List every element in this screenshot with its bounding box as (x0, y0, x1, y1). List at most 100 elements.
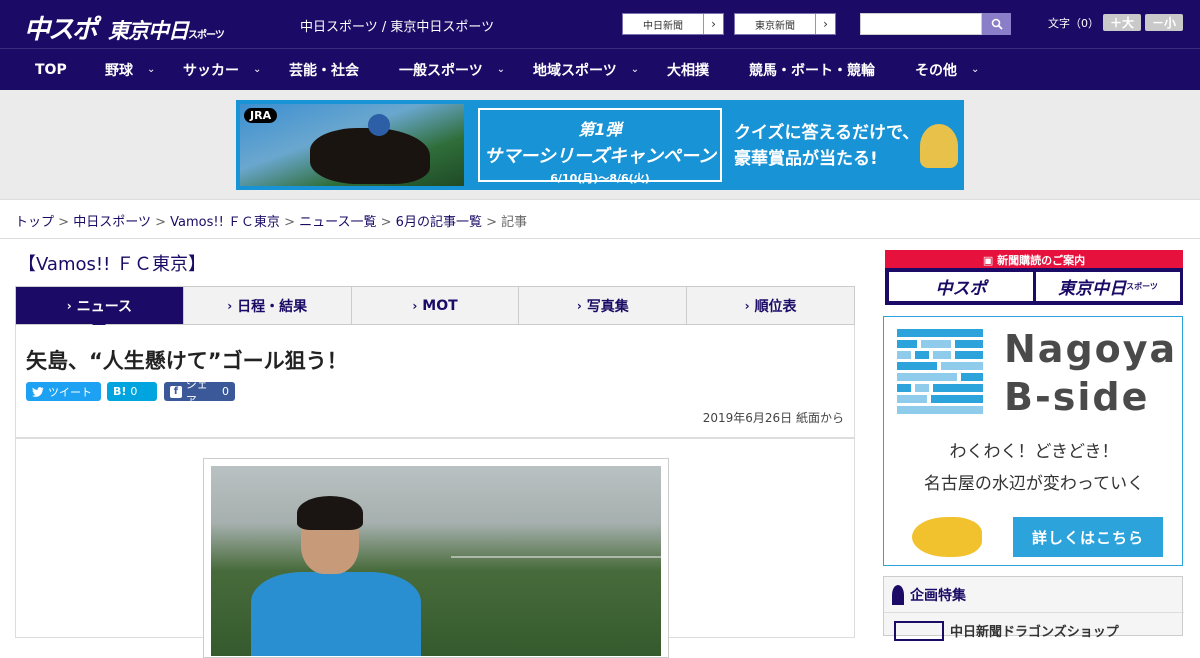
nav-label: サッカー (183, 62, 239, 79)
special-feature-thumbnail[interactable] (894, 621, 944, 641)
tweet-label: ツイート (48, 385, 92, 399)
font-larger-button[interactable]: ＋大 (1103, 14, 1141, 31)
nav-item-general-sports[interactable]: 一般スポーツ ⌄ (399, 49, 505, 91)
subscribe-label-text: 新聞購読のご案内 (997, 254, 1086, 267)
tweet-button[interactable]: ツイート (26, 382, 101, 401)
nav-item-soccer[interactable]: サッカー ⌄ (183, 49, 261, 91)
special-feature-panel: 企画特集 中日新聞ドラゴンズショップ (883, 576, 1184, 641)
tab-photos[interactable]: › 写真集 (519, 287, 688, 324)
subscribe-chusupo-button[interactable]: 中スポ (889, 272, 1033, 301)
hatena-bookmark-icon: B! (113, 385, 127, 398)
tab-label: 順位表 (754, 298, 797, 315)
search-input[interactable] (860, 13, 982, 35)
article-body (15, 438, 855, 658)
nagoya-details-button[interactable]: 詳しくはこちら (1013, 517, 1163, 557)
font-size-control: 文字（0） ＋大 －小 (1048, 14, 1183, 31)
horse-image (310, 128, 430, 184)
twitter-icon (32, 386, 44, 397)
search-button[interactable] (982, 13, 1011, 35)
chevron-down-icon: ⌄ (147, 64, 156, 75)
nav-item-entertainment[interactable]: 芸能・社会 (289, 49, 359, 91)
nav-label: TOP (35, 61, 67, 78)
tab-mot[interactable]: › MOT (352, 287, 520, 324)
nav-label: 一般スポーツ (399, 62, 483, 79)
tab-label: ニュース (76, 298, 133, 315)
paper-link-label: 中日新聞 (643, 20, 683, 32)
nav-label: 競馬・ボート・競輪 (749, 62, 875, 79)
logo-tokyo-chunichi[interactable]: 東京中日スポーツ (108, 15, 225, 45)
goal-net-image (451, 556, 661, 656)
site-links[interactable]: 中日スポーツ / 東京中日スポーツ (300, 16, 494, 35)
trophy-icon (920, 124, 958, 168)
tab-label: MOT (422, 297, 458, 314)
breadcrumb-chunichi-sports[interactable]: 中日スポーツ (73, 215, 151, 230)
chevron-right-icon: › (703, 14, 723, 34)
nav-item-other[interactable]: その他 ⌄ (915, 49, 979, 91)
ad-campaign-dates: 6/10(月)〜8/6(火) (550, 172, 650, 185)
nagoya-title-line2: B-side (1004, 375, 1150, 419)
nagoya-subtitle-2: 名古屋の水辺が変わっていく (923, 474, 1145, 494)
search-icon (991, 18, 1003, 30)
breadcrumb-fc-tokyo[interactable]: Vamos!! ＦＣ東京 (170, 215, 280, 230)
nav-item-racing[interactable]: 競馬・ボート・競輪 (749, 49, 875, 91)
divider (884, 612, 1184, 613)
nav-item-sumo[interactable]: 大相撲 (667, 49, 709, 91)
breadcrumb-june-articles[interactable]: 6月の記事一覧 (396, 215, 482, 230)
logo-tokyo-text: 東京中日 (108, 19, 189, 43)
nav-label: 地域スポーツ (533, 62, 617, 79)
subscribe-button-label: 東京中日 (1058, 279, 1127, 299)
breadcrumb-separator: > (155, 215, 166, 230)
subscribe-tokyo-chunichi-button[interactable]: 東京中日 スポーツ (1036, 272, 1180, 301)
breadcrumb-current: 記事 (501, 215, 528, 230)
section-tabs: › ニュース › 日程・結果 › MOT › 写真集 › 順位表 (15, 286, 855, 331)
chevron-right-icon: › (227, 298, 233, 313)
main-nav: TOP 野球 ⌄ サッカー ⌄ 芸能・社会 一般スポーツ ⌄ 地域スポーツ ⌄ 大相撲 … (0, 48, 1200, 90)
special-feature-header: 企画特集 (892, 585, 966, 605)
article-dateline: 2019年6月26日 紙面から (702, 411, 844, 425)
chevron-down-icon: ⌄ (971, 64, 980, 75)
tab-standings[interactable]: › 順位表 (687, 287, 854, 324)
player-jersey-image (251, 572, 421, 656)
nagoya-subtitle-1: わくわく！どきどき！ (949, 442, 1119, 462)
chunichi-shimbun-link[interactable]: 中日新聞 › (622, 13, 724, 35)
tokyo-shimbun-link[interactable]: 東京新聞 › (734, 13, 836, 35)
chevron-right-icon: › (744, 298, 750, 313)
jockey-image (368, 114, 390, 136)
nav-item-baseball[interactable]: 野球 ⌄ (105, 49, 155, 91)
site-logo[interactable]: 中スポ 東京中日スポーツ (24, 9, 225, 46)
breadcrumb-top[interactable]: トップ (15, 215, 54, 230)
ad-campaign-number: 第1弾 (578, 120, 622, 139)
special-feature-item[interactable]: 中日新聞ドラゴンズショップ (950, 621, 1119, 640)
breadcrumb-separator: > (284, 215, 295, 230)
facebook-icon: f (170, 385, 182, 398)
ad-quiz-line2: 豪華賞品が当たる! (734, 149, 878, 169)
nav-label: 芸能・社会 (289, 62, 359, 79)
breadcrumb-news-list[interactable]: ニュース一覧 (299, 215, 376, 230)
nav-label: 大相撲 (667, 62, 709, 79)
nagoya-bside-ad[interactable]: Nagoya B-side わくわく！どきどき！ 名古屋の水辺が変わっていく 詳… (883, 316, 1183, 566)
logo-chusupo[interactable]: 中スポ (24, 9, 98, 46)
jra-ad-banner[interactable]: JRA 第1弾 サマーシリーズキャンペーン 6/10(月)〜8/6(火) クイズ… (236, 100, 964, 190)
font-smaller-button[interactable]: －小 (1145, 14, 1183, 31)
hatena-bookmark-button[interactable]: B! 0 (107, 382, 157, 401)
nagoya-bside-title: Nagoya B-side (1004, 325, 1177, 421)
ad-campaign-title: サマーシリーズキャンペーン (484, 146, 716, 167)
nagoya-title-line1: Nagoya (1004, 327, 1178, 371)
ribbon-icon (892, 585, 904, 605)
hatena-count: 0 (130, 385, 138, 398)
article-headline: 矢島、“人生懸けて”ゴール狙う！ (26, 349, 348, 373)
article-photo-frame[interactable] (203, 458, 669, 658)
nav-label: その他 (915, 62, 957, 79)
tab-news[interactable]: › ニュース (16, 287, 184, 331)
logo-tokyo-small: スポーツ (188, 30, 225, 41)
ad-quiz-line1: クイズに答えるだけで、 (734, 123, 920, 143)
player-hair-image (297, 496, 363, 530)
ad-campaign-box: 第1弾 サマーシリーズキャンペーン 6/10(月)〜8/6(火) (478, 108, 722, 185)
brick-wall-icon (897, 329, 983, 414)
tab-schedule-results[interactable]: › 日程・結果 (184, 287, 352, 324)
section-title[interactable]: 【Vamos!! ＦＣ東京】 (18, 250, 206, 276)
nav-item-top[interactable]: TOP (35, 49, 67, 91)
facebook-share-button[interactable]: f シェア 0 (164, 378, 235, 407)
nav-label: 野球 (105, 62, 133, 79)
nav-item-local-sports[interactable]: 地域スポーツ ⌄ (533, 49, 639, 91)
